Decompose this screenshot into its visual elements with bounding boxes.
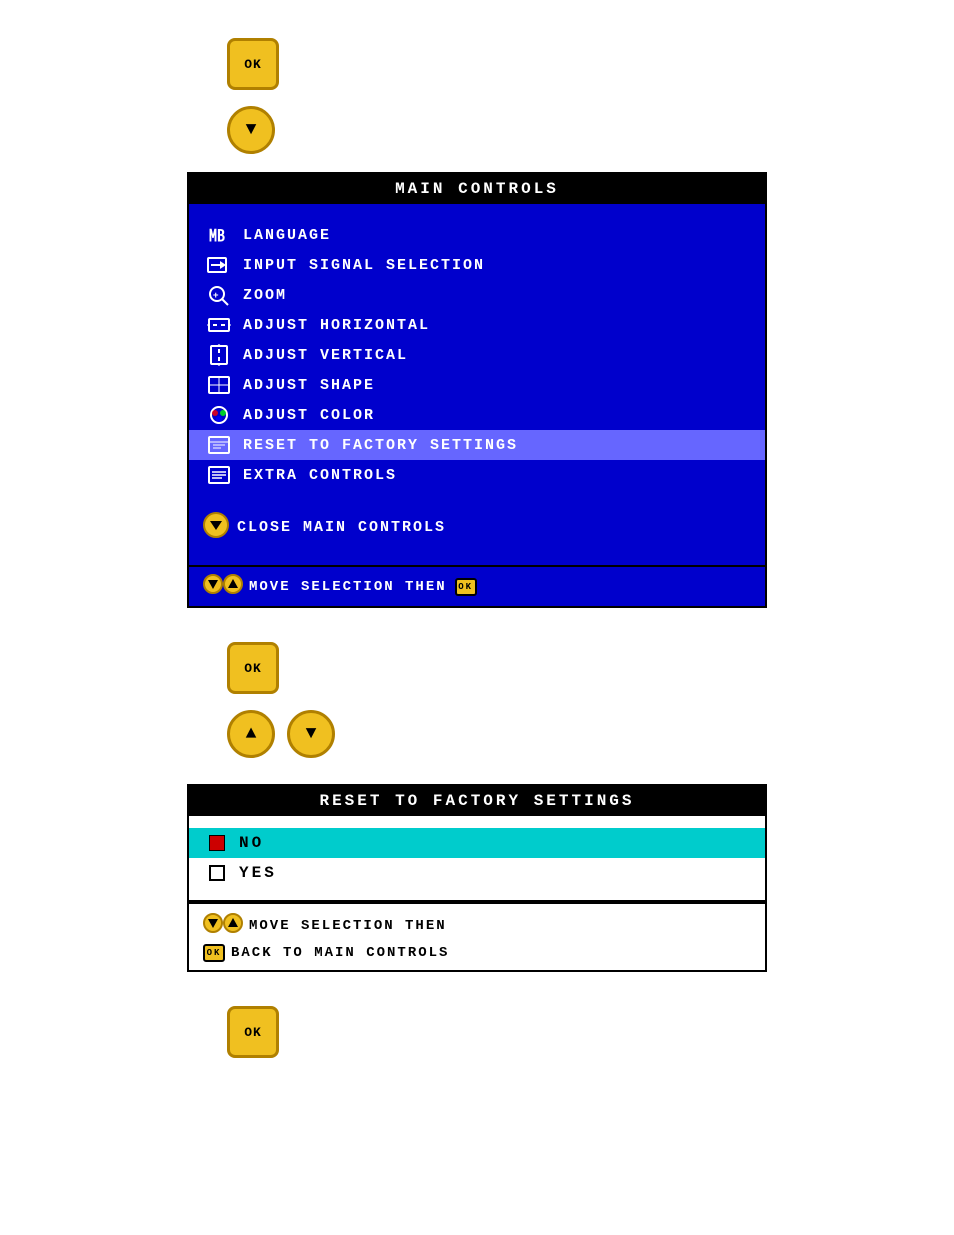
section1-arrow-row: ▼ [187, 106, 767, 154]
hint-ok-box: OK [455, 578, 477, 596]
section3-buttons: OK [187, 1006, 767, 1058]
menu-item-reset-label: RESET TO FACTORY SETTINGS [243, 437, 518, 454]
hint-ok-icon: OK [455, 578, 477, 596]
menu-item-vertical-label: ADJUST VERTICAL [243, 347, 408, 364]
ok-button-2[interactable]: OK [227, 642, 279, 694]
menu-item-shape-label: ADJUST SHAPE [243, 377, 375, 394]
reset-hint-arrows-icon [203, 912, 243, 939]
main-controls-title: MAIN CONTROLS [189, 174, 765, 204]
no-icon [203, 835, 231, 851]
color-icon [203, 404, 235, 426]
language-icon: ㎆ [203, 224, 235, 246]
svg-text:+: + [213, 291, 220, 301]
reset-hint-area: MOVE SELECTION THEN OK BACK TO MAIN CONT… [189, 902, 765, 970]
reset-hint-text2: BACK TO MAIN CONTROLS [231, 945, 449, 961]
menu-item-horizontal[interactable]: ADJUST HORIZONTAL [189, 310, 765, 340]
reset-menu-body: NO YES [189, 816, 765, 902]
reset-item-yes-label: YES [239, 864, 277, 882]
menu-item-reset[interactable]: RESET TO FACTORY SETTINGS [189, 430, 765, 460]
menu-item-shape[interactable]: ADJUST SHAPE [189, 370, 765, 400]
menu-item-language-label: LANGUAGE [243, 227, 331, 244]
menu-item-color[interactable]: ADJUST COLOR [189, 400, 765, 430]
section1-top-buttons: OK [187, 38, 767, 90]
page-wrapper: OK ▼ MAIN CONTROLS ㎆ LANGUAGE [0, 0, 954, 1235]
extra-icon [203, 464, 235, 486]
horiz-icon [203, 314, 235, 336]
vert-icon [203, 344, 235, 366]
ok-button-1[interactable]: OK [227, 38, 279, 90]
section2-arrow-row: ▲ ▼ [187, 710, 767, 758]
main-controls-hint: MOVE SELECTION THEN OK [189, 565, 765, 606]
close-arrow-icon [203, 512, 229, 543]
reset-hint-line1: MOVE SELECTION THEN [203, 912, 751, 939]
yes-icon [203, 865, 231, 881]
close-main-controls[interactable]: CLOSE MAIN CONTROLS [189, 506, 765, 549]
zoom-icon: + [203, 284, 235, 306]
main-controls-body: ㎆ LANGUAGE INPUT SIGNAL SELECTION [189, 204, 765, 565]
arrow-down-button-1[interactable]: ▼ [227, 106, 275, 154]
menu-item-input-label: INPUT SIGNAL SELECTION [243, 257, 485, 274]
menu-item-zoom-label: ZOOM [243, 287, 287, 304]
reset-item-no-label: NO [239, 834, 264, 852]
main-controls-menu: MAIN CONTROLS ㎆ LANGUAGE [187, 172, 767, 608]
reset-ok-box-icon: OK [203, 944, 225, 962]
menu-item-input[interactable]: INPUT SIGNAL SELECTION [189, 250, 765, 280]
shape-icon [203, 374, 235, 396]
menu-item-extra[interactable]: EXTRA CONTROLS [189, 460, 765, 490]
arrow-down-button-2[interactable]: ▼ [287, 710, 335, 758]
arrow-up-button-2[interactable]: ▲ [227, 710, 275, 758]
menu-item-extra-label: EXTRA CONTROLS [243, 467, 397, 484]
menu-item-language[interactable]: ㎆ LANGUAGE [189, 220, 765, 250]
menu-item-vertical[interactable]: ADJUST VERTICAL [189, 340, 765, 370]
reset-item-no[interactable]: NO [189, 828, 765, 858]
reset-icon [203, 434, 235, 456]
svg-text:㎆: ㎆ [209, 226, 227, 245]
menu-item-color-label: ADJUST COLOR [243, 407, 375, 424]
section2-top-buttons: OK [187, 642, 767, 694]
hint-arrows-icon [203, 573, 243, 600]
input-icon [203, 254, 235, 276]
reset-hint-line2: OK BACK TO MAIN CONTROLS [203, 943, 751, 962]
close-main-controls-label: CLOSE MAIN CONTROLS [237, 519, 446, 536]
reset-hint-text1: MOVE SELECTION THEN [249, 918, 447, 934]
menu-item-horizontal-label: ADJUST HORIZONTAL [243, 317, 430, 334]
reset-menu: RESET TO FACTORY SETTINGS NO YES [187, 784, 767, 972]
reset-menu-title: RESET TO FACTORY SETTINGS [189, 786, 765, 816]
menu-item-zoom[interactable]: + ZOOM [189, 280, 765, 310]
ok-button-3[interactable]: OK [227, 1006, 279, 1058]
reset-item-yes[interactable]: YES [189, 858, 765, 888]
hint-text: MOVE SELECTION THEN [249, 579, 447, 595]
reset-ok-icon: OK [203, 943, 225, 962]
